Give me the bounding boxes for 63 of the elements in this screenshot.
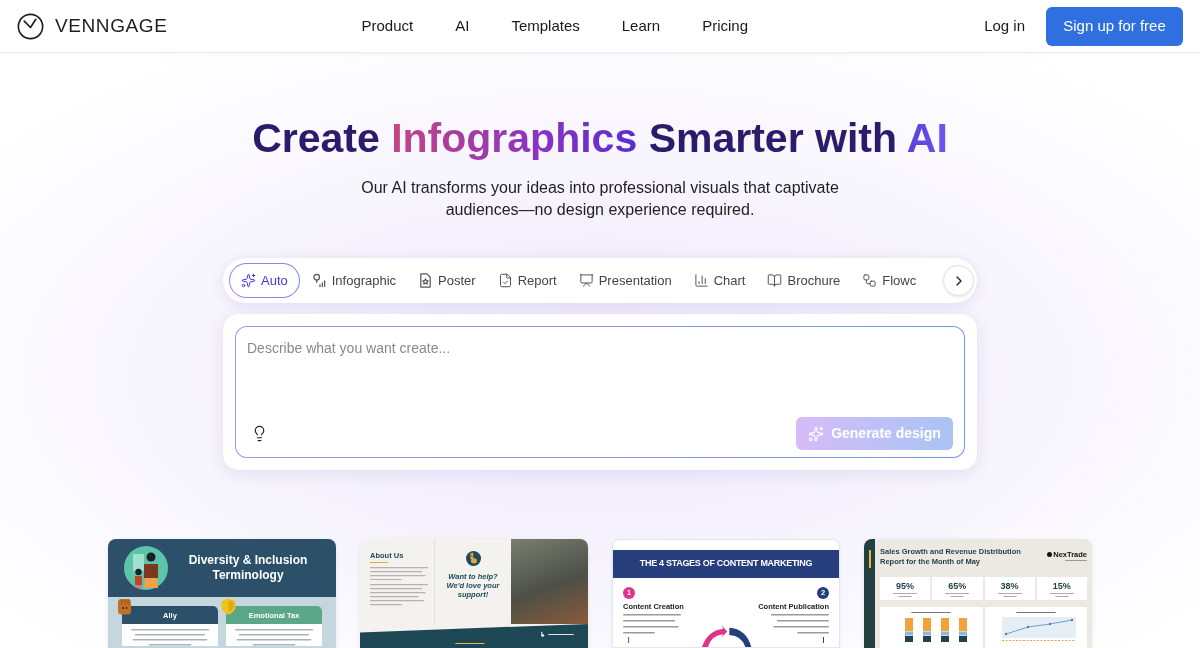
file-check-icon (497, 273, 513, 288)
text-lines-drawing (911, 612, 952, 614)
stat-value: 15% (1052, 580, 1071, 591)
accent-bar (868, 550, 871, 568)
next-button[interactable] (943, 265, 974, 296)
type-tab[interactable]: Report (487, 263, 567, 298)
rabbit-icon (465, 551, 481, 566)
type-tab[interactable]: Chart (683, 263, 756, 298)
stat-value: 65% (948, 580, 967, 591)
text-lines-drawing (1065, 560, 1087, 561)
bar-chart-icon (693, 273, 709, 288)
book-icon (767, 273, 783, 288)
text-lines-drawing (945, 592, 970, 597)
login-link[interactable]: Log in (984, 14, 1025, 38)
signup-button[interactable]: Sign up for free (1046, 6, 1183, 46)
text-lines-drawing (548, 633, 574, 636)
text-lines-drawing (370, 567, 428, 581)
text-lines-drawing (893, 592, 918, 597)
nav-link[interactable]: AI (455, 14, 470, 38)
sparkles-icon (808, 425, 825, 442)
curved-arrow (702, 625, 728, 647)
text-lines-drawing (370, 584, 428, 606)
type-tab[interactable]: Presentation (568, 263, 682, 298)
text-lines-drawing (997, 592, 1022, 597)
flowchart-icon (862, 273, 878, 288)
connector-line (628, 636, 629, 643)
curved-arrow (729, 627, 752, 647)
nav-link[interactable]: Templates (511, 14, 580, 38)
chart-point (1048, 623, 1051, 626)
type-tab[interactable]: Auto (229, 263, 300, 298)
nav-link[interactable]: Pricing (702, 14, 748, 38)
type-tab[interactable]: Poster (408, 263, 486, 298)
chart-point (1004, 633, 1007, 636)
type-tab[interactable]: Infographic (301, 263, 407, 298)
file-star-icon (418, 273, 434, 288)
logo-icon (17, 12, 44, 40)
hero-title: Create Infographics Smarter with AI (252, 114, 948, 163)
card-title: Diversity & Inclusion Terminology (187, 553, 309, 583)
nav-link[interactable]: Product (361, 14, 414, 38)
pin-chart-icon (311, 273, 327, 288)
chart-point (1070, 619, 1073, 622)
text-lines-drawing (1015, 612, 1056, 614)
type-tab[interactable]: Brochure (757, 263, 851, 298)
sparkles-icon (241, 273, 256, 288)
nav-link[interactable]: Learn (621, 14, 661, 38)
fist-icon (117, 598, 132, 615)
shield-icon (221, 598, 236, 615)
hero-subtitle: Our AI transforms your ideas into professional visuals that captivate audiences—no design experience required. (360, 178, 840, 220)
text-lines-drawing (455, 642, 485, 644)
stat-value: 95% (896, 580, 915, 591)
text-lines-drawing (623, 614, 681, 634)
logo-icon (1047, 552, 1053, 557)
people-icon (124, 546, 168, 590)
text-lines-drawing (771, 614, 829, 634)
stat-value: 38% (1000, 580, 1019, 591)
text-lines-drawing (1049, 592, 1074, 597)
type-tab[interactable]: Flowc (852, 263, 927, 298)
chart-point (1026, 626, 1029, 629)
rabbit-icon (539, 631, 546, 638)
brand-name: VENNGAGE (55, 13, 168, 38)
title-banner: THE 4 STAGES OF CONTENT MARKETING (613, 550, 839, 578)
connector-line (823, 636, 824, 643)
presentation-icon (578, 273, 594, 288)
